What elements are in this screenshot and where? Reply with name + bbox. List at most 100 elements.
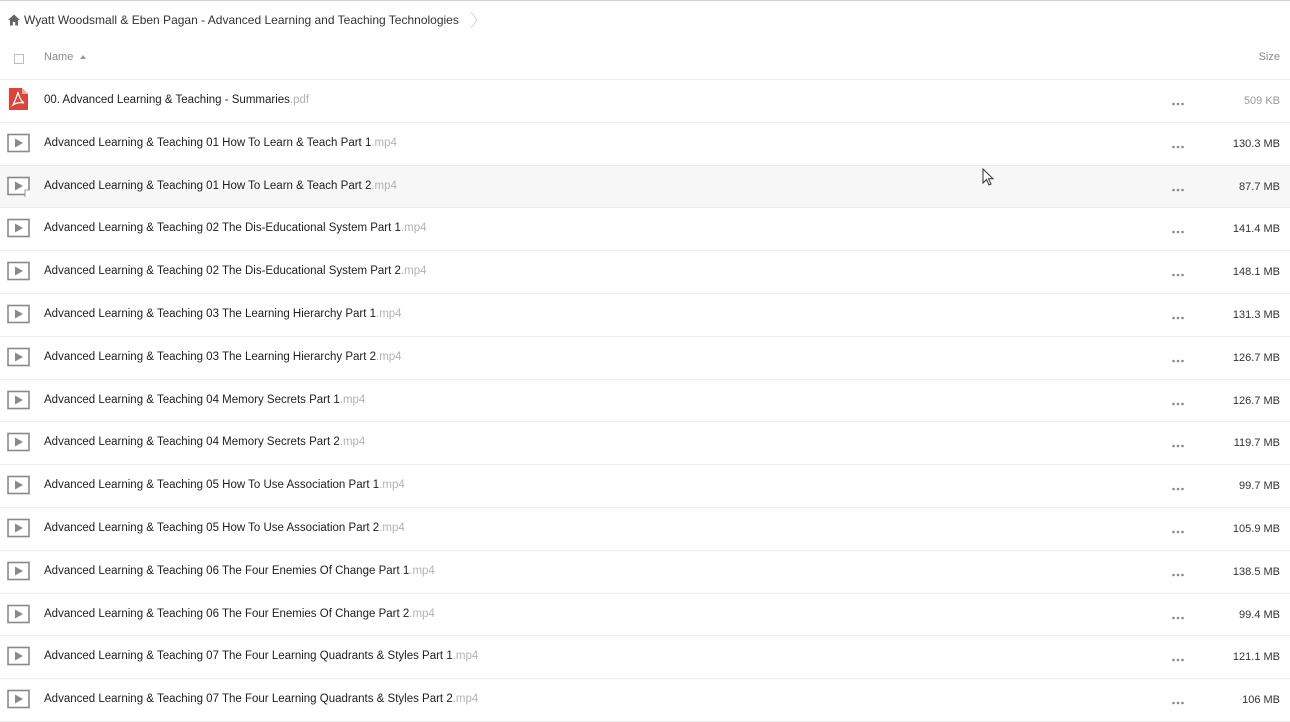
- file-name-base: Advanced Learning & Teaching 03 The Lear…: [44, 307, 377, 320]
- file-row[interactable]: Advanced Learning & Teaching 04 Memory S…: [0, 422, 1290, 466]
- more-options-icon[interactable]: [1171, 224, 1185, 234]
- file-row[interactable]: Advanced Learning & Teaching 06 The Four…: [0, 594, 1290, 637]
- file-name[interactable]: Advanced Learning & Teaching 02 The Dis-…: [44, 222, 427, 234]
- file-name-base: Advanced Learning & Teaching 05 How To U…: [44, 521, 380, 534]
- file-name[interactable]: Advanced Learning & Teaching 07 The Four…: [44, 650, 478, 662]
- video-file-icon: [7, 475, 30, 496]
- file-name-base: Advanced Learning & Teaching 01 How To L…: [44, 136, 372, 149]
- file-size: 121.1 MB: [1232, 651, 1280, 664]
- video-file-icon: [7, 176, 34, 199]
- more-options-icon[interactable]: [1171, 524, 1185, 534]
- file-name[interactable]: Advanced Learning & Teaching 04 Memory S…: [44, 394, 365, 406]
- file-name-base: Advanced Learning & Teaching 01 How To L…: [44, 179, 372, 192]
- file-name-base: Advanced Learning & Teaching 02 The Dis-…: [44, 222, 401, 235]
- file-size: 99.7 MB: [1239, 480, 1280, 493]
- file-row[interactable]: Advanced Learning & Teaching 03 The Lear…: [0, 294, 1290, 337]
- size-column-header[interactable]: Size: [1259, 51, 1280, 63]
- file-row[interactable]: 00. Advanced Learning & Teaching - Summa…: [0, 80, 1290, 123]
- video-file-icon: [7, 218, 30, 239]
- file-name[interactable]: Advanced Learning & Teaching 03 The Lear…: [44, 308, 402, 320]
- file-size: 141.4 MB: [1232, 223, 1280, 236]
- file-name[interactable]: Advanced Learning & Teaching 06 The Four…: [44, 565, 435, 577]
- sort-ascending-icon: [80, 55, 87, 59]
- file-row[interactable]: Advanced Learning & Teaching 01 How To L…: [0, 123, 1290, 166]
- file-row[interactable]: Advanced Learning & Teaching 01 How To L…: [0, 165, 1290, 209]
- file-size: 119.7 MB: [1233, 437, 1280, 450]
- more-options-icon[interactable]: [1171, 695, 1185, 705]
- file-list-header: Name Size: [0, 37, 1290, 80]
- file-extension: .mp4: [379, 479, 405, 492]
- file-extension: .mp4: [409, 564, 435, 577]
- file-size: 106 MB: [1242, 694, 1280, 707]
- file-name-base: Advanced Learning & Teaching 02 The Dis-…: [44, 265, 401, 278]
- more-options-icon[interactable]: [1171, 438, 1185, 448]
- more-options-icon[interactable]: [1171, 353, 1185, 363]
- video-file-icon: [7, 133, 30, 154]
- video-file-icon: [7, 518, 30, 539]
- file-row[interactable]: Advanced Learning & Teaching 06 The Four…: [0, 551, 1290, 594]
- file-name-base: 00. Advanced Learning & Teaching - Summa…: [44, 94, 290, 106]
- file-row[interactable]: Advanced Learning & Teaching 02 The Dis-…: [0, 208, 1290, 252]
- breadcrumb-chevron-icon: [469, 11, 479, 29]
- file-name[interactable]: Advanced Learning & Teaching 05 How To U…: [44, 479, 405, 491]
- file-name[interactable]: Advanced Learning & Teaching 01 How To L…: [44, 137, 397, 149]
- file-extension: .mp4: [379, 521, 405, 534]
- file-name-base: Advanced Learning & Teaching 07 The Four…: [44, 693, 453, 706]
- file-list: 00. Advanced Learning & Teaching - Summa…: [0, 80, 1290, 722]
- file-extension: .mp4: [339, 393, 366, 406]
- file-extension: .mp4: [371, 179, 397, 192]
- file-name[interactable]: Advanced Learning & Teaching 02 The Dis-…: [44, 265, 427, 277]
- file-name[interactable]: Advanced Learning & Teaching 04 Memory S…: [44, 436, 365, 448]
- file-size: 138.5 MB: [1232, 565, 1280, 578]
- file-size: 509 KB: [1243, 95, 1280, 107]
- file-row[interactable]: Advanced Learning & Teaching 04 Memory S…: [0, 380, 1290, 423]
- more-options-icon[interactable]: [1171, 267, 1185, 277]
- file-extension: .mp4: [376, 350, 402, 363]
- pdf-file-icon: [7, 88, 30, 111]
- select-all-checkbox[interactable]: [14, 54, 24, 64]
- more-options-icon[interactable]: [1171, 96, 1185, 106]
- file-name[interactable]: Advanced Learning & Teaching 01 How To L…: [44, 180, 397, 192]
- file-name[interactable]: Advanced Learning & Teaching 06 The Four…: [44, 608, 435, 620]
- file-name[interactable]: Advanced Learning & Teaching 07 The Four…: [44, 693, 478, 705]
- file-row[interactable]: Advanced Learning & Teaching 07 The Four…: [0, 679, 1290, 722]
- name-column-label: Name: [44, 51, 74, 63]
- file-name-base: Advanced Learning & Teaching 04 Memory S…: [44, 393, 340, 406]
- file-size: 148.1 MB: [1232, 266, 1280, 279]
- video-file-icon: [7, 432, 30, 453]
- name-column-header[interactable]: Name: [44, 51, 87, 63]
- more-options-icon[interactable]: [1171, 610, 1185, 620]
- file-extension: .mp4: [400, 222, 427, 235]
- more-options-icon[interactable]: [1171, 396, 1185, 406]
- file-extension: .mp4: [400, 265, 427, 278]
- video-file-icon: [7, 646, 30, 667]
- mouse-cursor-icon: [982, 167, 996, 188]
- more-options-icon[interactable]: [1171, 567, 1185, 577]
- video-file-icon: [7, 304, 30, 325]
- more-options-icon[interactable]: [1171, 310, 1185, 320]
- file-name-base: Advanced Learning & Teaching 06 The Four…: [44, 564, 410, 577]
- file-name[interactable]: Advanced Learning & Teaching 05 How To U…: [44, 522, 405, 534]
- more-options-icon[interactable]: [1171, 139, 1185, 149]
- file-row[interactable]: Advanced Learning & Teaching 07 The Four…: [0, 636, 1290, 680]
- video-file-icon: [7, 347, 30, 368]
- file-row[interactable]: Advanced Learning & Teaching 02 The Dis-…: [0, 251, 1290, 294]
- file-extension: .mp4: [452, 693, 479, 706]
- top-border: [0, 0, 1290, 1]
- file-name[interactable]: Advanced Learning & Teaching 03 The Lear…: [44, 351, 402, 363]
- file-row[interactable]: Advanced Learning & Teaching 03 The Lear…: [0, 337, 1290, 380]
- more-options-icon[interactable]: [1171, 182, 1185, 192]
- video-file-icon: [7, 561, 30, 582]
- file-row[interactable]: Advanced Learning & Teaching 05 How To U…: [0, 465, 1290, 508]
- more-options-icon[interactable]: [1171, 481, 1185, 491]
- breadcrumb: Wyatt Woodsmall & Eben Pagan - Advanced …: [7, 11, 479, 29]
- breadcrumb-folder-title[interactable]: Wyatt Woodsmall & Eben Pagan - Advanced …: [24, 13, 459, 27]
- video-file-icon: [7, 261, 30, 282]
- more-options-icon[interactable]: [1171, 652, 1185, 662]
- home-icon[interactable]: [7, 13, 21, 27]
- file-extension: .mp4: [339, 436, 366, 449]
- file-name[interactable]: 00. Advanced Learning & Teaching - Summa…: [44, 94, 309, 106]
- file-extension: .mp4: [376, 307, 402, 320]
- file-row[interactable]: Advanced Learning & Teaching 05 How To U…: [0, 508, 1290, 551]
- file-name-base: Advanced Learning & Teaching 04 Memory S…: [44, 436, 340, 449]
